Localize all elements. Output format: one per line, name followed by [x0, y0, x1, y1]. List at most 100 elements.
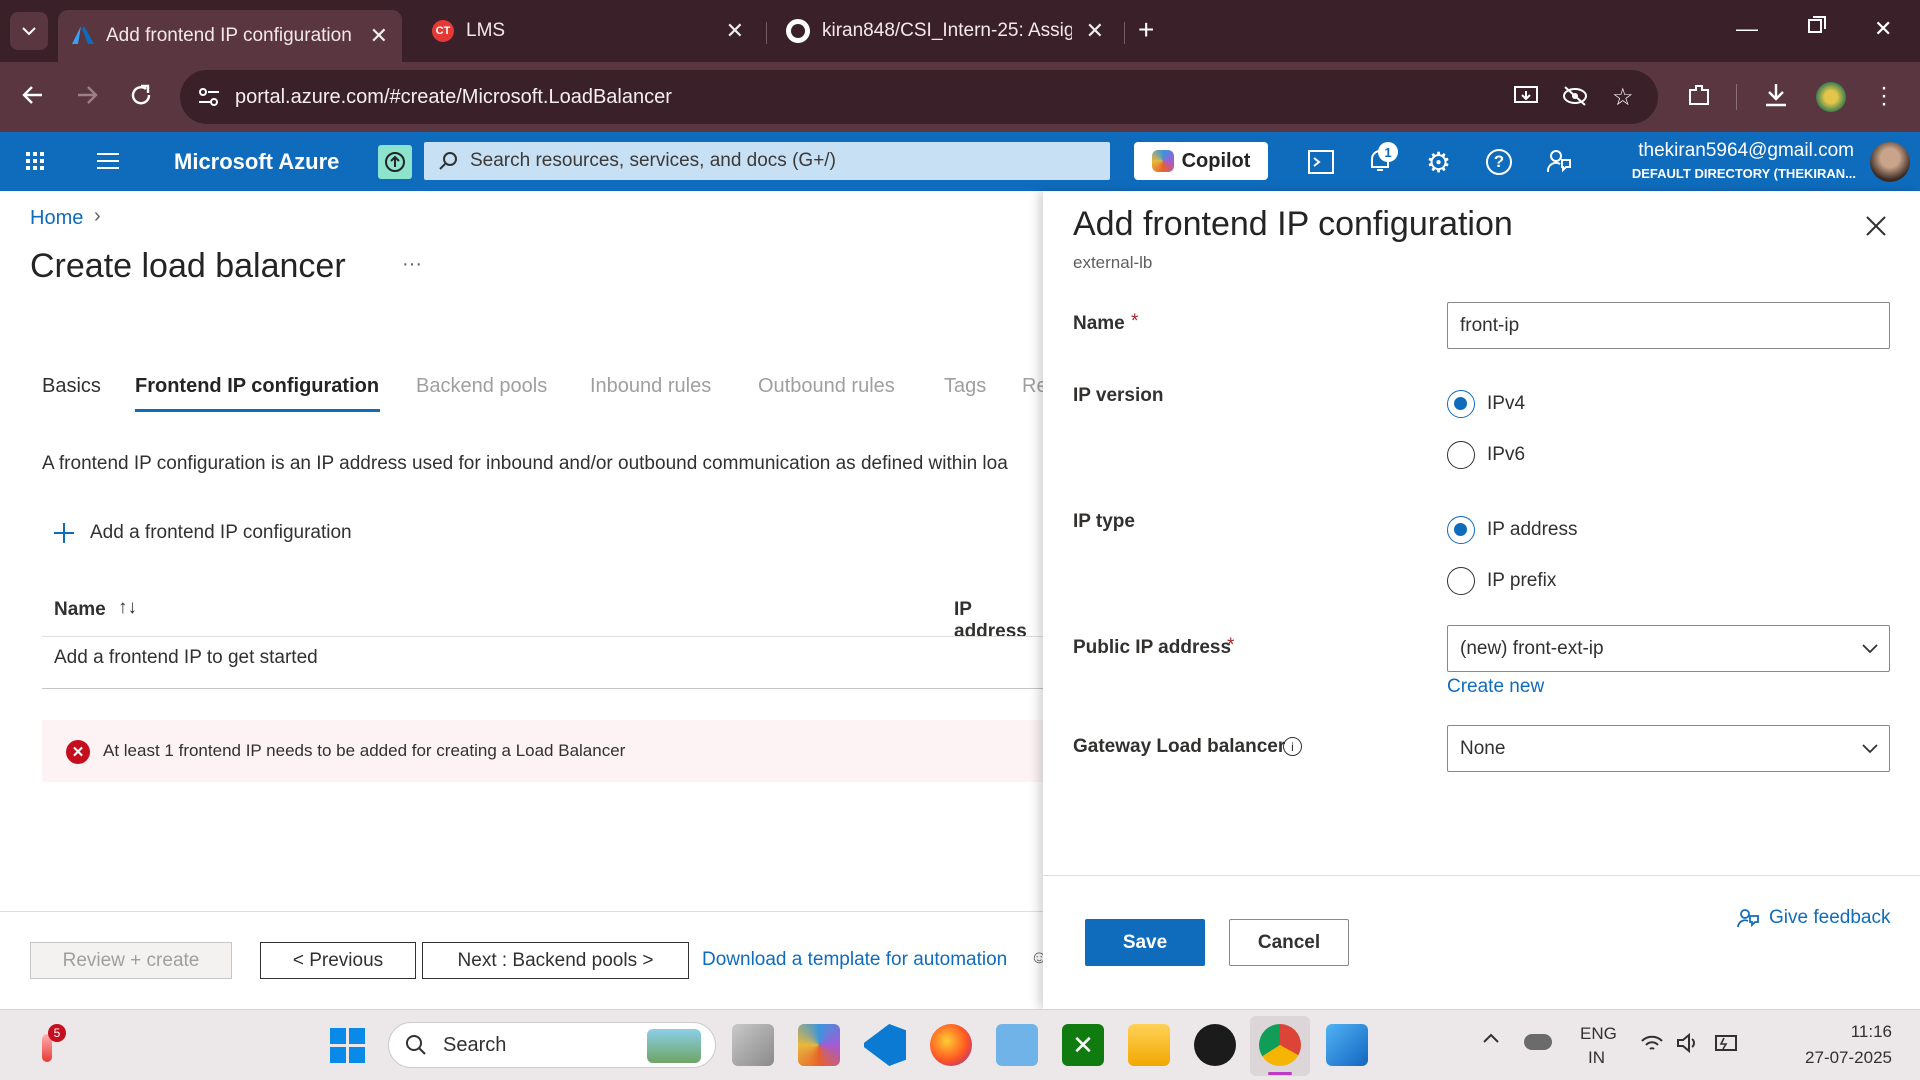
clock-time[interactable]: 11:16 [1812, 1022, 1892, 1042]
copilot-app-icon[interactable] [798, 1024, 840, 1066]
name-input-value: front-ip [1460, 314, 1520, 336]
xbox-icon[interactable]: ✕ [1062, 1024, 1104, 1066]
azure-logo-icon [72, 26, 94, 44]
download-template-link[interactable]: Download a template for automation [702, 949, 1007, 971]
add-frontend-ip-panel: Add frontend IP configuration external-l… [1043, 191, 1920, 1009]
ipv6-radio[interactable] [1447, 441, 1475, 469]
review-create-button[interactable]: Review + create [30, 942, 232, 979]
ip-prefix-radio[interactable] [1447, 567, 1475, 595]
cancel-button[interactable]: Cancel [1229, 919, 1349, 966]
forward-icon[interactable] [74, 82, 100, 108]
address-bar[interactable]: portal.azure.com/#create/Microsoft.LoadB… [180, 70, 1658, 124]
battery-icon[interactable] [1712, 1034, 1738, 1052]
tab-outbound-rules[interactable]: Outbound rules [758, 375, 895, 398]
new-tab-button[interactable]: + [1138, 14, 1154, 46]
ip-address-option-label[interactable]: IP address [1487, 519, 1577, 541]
downloads-icon[interactable] [1764, 82, 1788, 108]
tab-frontend-ip[interactable]: Frontend IP configuration [135, 375, 379, 398]
ip-prefix-option-label[interactable]: IP prefix [1487, 570, 1556, 592]
ipv4-radio[interactable] [1447, 390, 1475, 418]
reload-icon[interactable] [128, 82, 154, 108]
cloud-shell-icon[interactable] [1308, 150, 1334, 174]
app-launcher-icon[interactable] [26, 152, 44, 170]
clock-date[interactable]: 27-07-2025 [1760, 1048, 1892, 1068]
create-new-link[interactable]: Create new [1447, 676, 1544, 698]
install-app-icon[interactable] [1514, 85, 1538, 107]
close-icon[interactable]: ✕ [726, 18, 744, 44]
user-avatar[interactable] [1870, 142, 1910, 182]
next-button[interactable]: Next : Backend pools > [422, 942, 689, 979]
tab-lms[interactable]: CT LMS ✕ [418, 10, 758, 52]
language-eng[interactable]: ENG [1580, 1024, 1617, 1044]
lms-logo-icon: CT [432, 20, 454, 42]
account-email[interactable]: thekiran5964@gmail.com [1622, 140, 1854, 162]
file-explorer-icon[interactable] [1128, 1024, 1170, 1066]
language-in[interactable]: IN [1588, 1048, 1605, 1068]
breadcrumb-home[interactable]: Home [30, 207, 83, 230]
add-frontend-ip-button[interactable]: Add a frontend IP configuration [52, 521, 352, 545]
close-icon[interactable]: ✕ [370, 23, 388, 49]
ipv4-label[interactable]: IPv4 [1487, 393, 1525, 415]
tab-inbound-rules[interactable]: Inbound rules [590, 375, 711, 398]
copilot-button[interactable]: Copilot [1134, 142, 1268, 180]
gem-app-icon[interactable] [1194, 1024, 1236, 1066]
ipv6-label[interactable]: IPv6 [1487, 444, 1525, 466]
sort-icon[interactable]: ↑↓ [118, 597, 137, 619]
tab-basics[interactable]: Basics [42, 375, 101, 398]
task-view-icon[interactable] [732, 1024, 774, 1066]
restore-icon[interactable] [1808, 16, 1826, 34]
wifi-icon[interactable] [1640, 1034, 1664, 1054]
previous-button[interactable]: < Previous [260, 942, 416, 979]
upgrade-icon[interactable] [378, 145, 412, 179]
photos-icon[interactable] [996, 1024, 1038, 1066]
public-ip-dropdown[interactable]: (new) front-ext-ip [1447, 625, 1890, 672]
show-hidden-icons[interactable] [1482, 1032, 1500, 1044]
taskbar-search-label: Search [443, 1033, 507, 1056]
vscode-icon[interactable] [864, 1024, 906, 1066]
tab-search-button[interactable] [10, 12, 48, 50]
azure-brand[interactable]: Microsoft Azure [174, 149, 339, 175]
taskbar-search[interactable]: Search [388, 1022, 716, 1068]
panel-close-icon[interactable] [1865, 215, 1887, 237]
name-input[interactable]: front-ip [1447, 302, 1890, 349]
bookmark-star-icon[interactable]: ☆ [1612, 83, 1634, 112]
more-actions-button[interactable]: ··· [402, 253, 422, 276]
info-icon[interactable]: i [1283, 737, 1302, 756]
ip-address-radio[interactable] [1447, 516, 1475, 544]
azure-search-input[interactable]: Search resources, services, and docs (G+… [424, 142, 1110, 180]
minimize-icon[interactable]: — [1736, 16, 1758, 42]
feedback-icon[interactable] [1546, 148, 1572, 174]
help-icon[interactable]: ? [1486, 149, 1512, 175]
give-feedback-button[interactable]: Give feedback [1737, 907, 1890, 929]
tab-backend-pools[interactable]: Backend pools [416, 375, 547, 398]
back-icon[interactable] [20, 82, 46, 108]
extensions-icon[interactable] [1686, 82, 1712, 108]
profile-avatar[interactable] [1816, 82, 1846, 112]
azure-app-icon[interactable] [1326, 1024, 1368, 1066]
tab-azure[interactable]: Add frontend IP configuration - ✕ [58, 10, 402, 62]
browser-toolbar: portal.azure.com/#create/Microsoft.LoadB… [0, 62, 1920, 132]
save-button[interactable]: Save [1085, 919, 1205, 966]
tracking-protection-icon[interactable] [1562, 85, 1588, 107]
notifications-icon[interactable]: 1 [1368, 142, 1398, 174]
firefox-icon[interactable] [930, 1024, 972, 1066]
settings-gear-icon[interactable]: ⚙ [1426, 146, 1451, 179]
gateway-lb-value: None [1460, 737, 1506, 759]
chevron-down-icon [22, 27, 36, 36]
browser-menu-icon[interactable]: · · · [1880, 76, 1888, 116]
plus-icon [54, 523, 74, 543]
volume-icon[interactable] [1676, 1032, 1700, 1054]
onedrive-icon[interactable] [1524, 1034, 1552, 1050]
tab-tags[interactable]: Tags [944, 375, 986, 398]
column-header-name[interactable]: Name [54, 599, 106, 621]
start-windows-icon[interactable] [330, 1028, 365, 1063]
weather-widget[interactable]: 5 [30, 1024, 66, 1066]
portal-menu-icon[interactable] [96, 152, 120, 170]
tab-title: LMS [466, 20, 506, 41]
window-close-icon[interactable]: ✕ [1874, 16, 1892, 42]
gateway-lb-dropdown[interactable]: None [1447, 725, 1890, 772]
site-settings-icon[interactable] [198, 87, 220, 107]
close-icon[interactable]: ✕ [1086, 18, 1104, 44]
chrome-icon[interactable] [1259, 1024, 1301, 1066]
tab-github[interactable]: kiran848/CSI_Intern-25: Assignm ✕ [772, 10, 1118, 52]
